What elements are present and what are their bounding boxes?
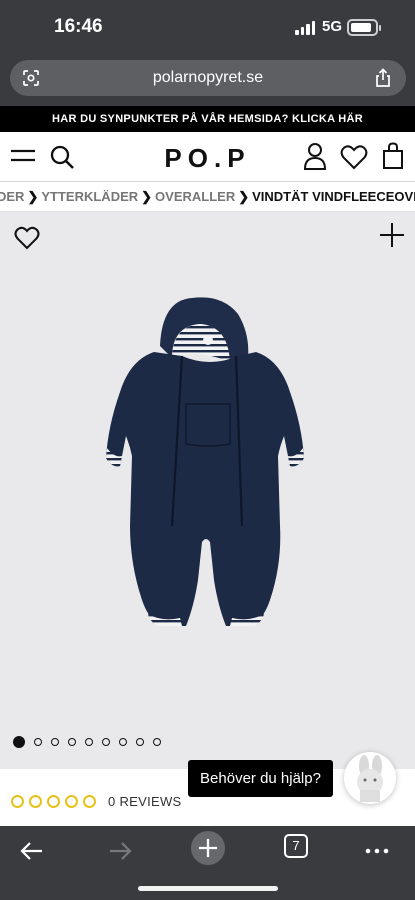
wishlist-icon[interactable]: [340, 144, 368, 170]
rating-stars[interactable]: [11, 795, 96, 808]
star-icon: [83, 795, 96, 808]
home-indicator[interactable]: [138, 886, 278, 891]
gallery-dot[interactable]: [102, 738, 110, 746]
battery-icon: [347, 19, 381, 36]
web-page: HAR DU SYNPUNKTER PÅ VÅR HEMSIDA? KLICKA…: [0, 106, 415, 826]
star-icon: [29, 795, 42, 808]
back-arrow-icon[interactable]: [17, 836, 47, 866]
reviews-count[interactable]: 0 REVIEWS: [108, 794, 182, 809]
star-icon: [47, 795, 60, 808]
url-text: polarnopyret.se: [152, 69, 264, 86]
breadcrumb-item-overaller[interactable]: OVERALLER: [155, 182, 235, 211]
star-icon: [65, 795, 78, 808]
breadcrumb-item[interactable]: DER: [0, 182, 24, 211]
signal-icon: [295, 21, 315, 35]
chevron-right-icon: ❯: [141, 189, 153, 204]
star-icon: [11, 795, 24, 808]
chevron-right-icon: ❯: [238, 189, 250, 204]
announcement-bar[interactable]: HAR DU SYNPUNKTER PÅ VÅR HEMSIDA? KLICKA…: [0, 106, 415, 132]
gallery-dot[interactable]: [136, 738, 144, 746]
product-image[interactable]: [90, 296, 330, 636]
breadcrumb-item-ytterklader[interactable]: YTTERKLÄDER: [41, 182, 138, 211]
account-icon[interactable]: [303, 142, 327, 170]
status-bar: 16:46 5G: [0, 0, 415, 56]
gallery-dot[interactable]: [119, 738, 127, 746]
more-options-icon[interactable]: [362, 836, 392, 866]
status-time: 16:46: [54, 16, 103, 37]
site-header: PO.P: [0, 132, 415, 182]
gallery-dot[interactable]: [68, 738, 76, 746]
tab-switcher-button[interactable]: 7: [284, 834, 308, 858]
gallery-dot[interactable]: [13, 736, 25, 748]
cart-icon[interactable]: [381, 142, 405, 170]
bunny-icon: [357, 755, 383, 802]
forward-arrow-icon[interactable]: [105, 836, 135, 866]
chevron-right-icon: ❯: [27, 189, 39, 204]
gallery-dot[interactable]: [51, 738, 59, 746]
plus-icon[interactable]: [379, 222, 405, 248]
heart-icon[interactable]: [14, 226, 40, 250]
breadcrumb: DER ❯ YTTERKLÄDER ❯ OVERALLER ❯ VINDTÄT …: [0, 182, 415, 212]
gallery-dot[interactable]: [85, 738, 93, 746]
product-gallery[interactable]: [0, 212, 415, 770]
help-chat-button[interactable]: Behöver du hjälp?: [188, 760, 333, 797]
gallery-dot[interactable]: [34, 738, 42, 746]
address-bar[interactable]: polarnopyret.se: [10, 60, 406, 96]
breadcrumb-current: VINDTÄT VINDFLEECEOVERALL: [252, 189, 415, 204]
gallery-pagination: [13, 736, 161, 748]
share-icon[interactable]: [374, 68, 392, 88]
gallery-dot[interactable]: [153, 738, 161, 746]
network-type: 5G: [322, 18, 343, 35]
new-tab-icon[interactable]: [190, 830, 226, 866]
chat-avatar[interactable]: [344, 752, 396, 804]
